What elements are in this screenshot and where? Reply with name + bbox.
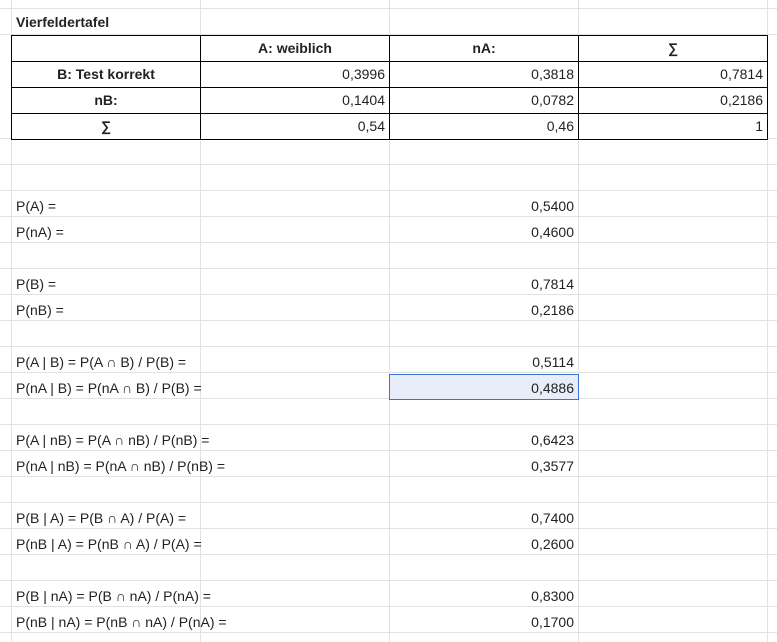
calc-value[interactable]: 0,5400: [389, 193, 578, 219]
table-header-corner[interactable]: [11, 35, 201, 62]
calc-value[interactable]: 0,4600: [389, 219, 578, 245]
calc-label[interactable]: P(nA | nB) = P(nA ∩ nB) / P(nB) =: [12, 453, 389, 479]
calc-label[interactable]: P(nA) =: [12, 219, 389, 245]
calc-value[interactable]: 0,7814: [389, 271, 578, 297]
gridline: [0, 424, 777, 425]
calc-label[interactable]: P(nB) =: [12, 297, 389, 323]
table-cell[interactable]: 0,0782: [389, 87, 579, 114]
calc-label[interactable]: P(B | nA) = P(B ∩ nA) / P(nA) =: [12, 583, 389, 609]
calc-value[interactable]: 0,7400: [389, 505, 578, 531]
calc-label[interactable]: P(nA | B) = P(nA ∩ B) / P(B) =: [12, 375, 389, 401]
calc-value[interactable]: 0,1700: [389, 609, 578, 635]
calc-value[interactable]: 0,5114: [389, 349, 578, 375]
calc-label[interactable]: P(nB | nA) = P(nB ∩ nA) / P(nA) =: [12, 609, 389, 635]
calc-label[interactable]: P(B | A) = P(B ∩ A) / P(A) =: [12, 505, 389, 531]
calc-value[interactable]: 0,2600: [389, 531, 578, 557]
table-cell[interactable]: 1: [578, 113, 768, 140]
calc-label[interactable]: P(B) =: [12, 271, 389, 297]
table-cell[interactable]: 0,1404: [200, 87, 390, 114]
table-cell[interactable]: 0,54: [200, 113, 390, 140]
gridline: [0, 346, 777, 347]
table-cell[interactable]: 0,46: [389, 113, 579, 140]
table-cell[interactable]: 0,2186: [578, 87, 768, 114]
calc-label[interactable]: P(nB | A) = P(nB ∩ A) / P(A) =: [12, 531, 389, 557]
calc-label[interactable]: P(A | nB) = P(A ∩ nB) / P(nB) =: [12, 427, 389, 453]
row-label-nb[interactable]: nB:: [11, 87, 201, 114]
calc-label[interactable]: P(A) =: [12, 193, 389, 219]
table-header-na[interactable]: nA:: [389, 35, 579, 62]
calc-value[interactable]: 0,3577: [389, 453, 578, 479]
selected-cell[interactable]: 0,4886: [389, 374, 579, 400]
gridline: [0, 502, 777, 503]
table-cell[interactable]: 0,7814: [578, 61, 768, 88]
gridline: [0, 190, 777, 191]
table-cell[interactable]: 0,3996: [200, 61, 390, 88]
table-header-sum[interactable]: ∑: [578, 35, 768, 62]
gridline: [0, 268, 777, 269]
calc-value[interactable]: 0,6423: [389, 427, 578, 453]
row-label-b[interactable]: B: Test korrekt: [11, 61, 201, 88]
table-header-a[interactable]: A: weiblich: [200, 35, 390, 62]
row-label-sum[interactable]: ∑: [11, 113, 201, 140]
calc-label[interactable]: P(A | B) = P(A ∩ B) / P(B) =: [12, 349, 389, 375]
table-cell[interactable]: 0,3818: [389, 61, 579, 88]
calc-value[interactable]: 0,8300: [389, 583, 578, 609]
calc-value[interactable]: 0,2186: [389, 297, 578, 323]
sheet-title[interactable]: Vierfeldertafel: [12, 9, 200, 35]
gridline: [0, 164, 777, 165]
gridline: [0, 580, 777, 581]
